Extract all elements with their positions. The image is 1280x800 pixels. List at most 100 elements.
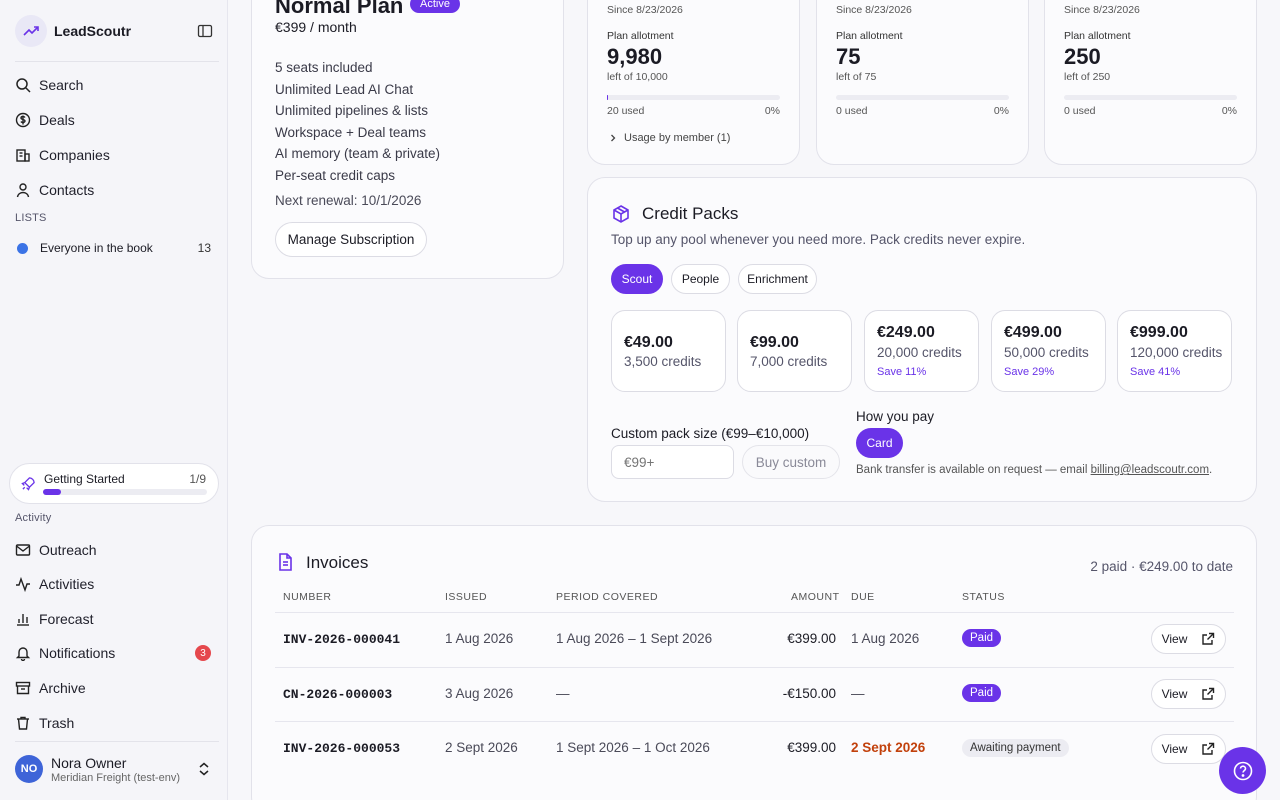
renewal-date: Next renewal: 10/1/2026 <box>275 193 422 208</box>
nav-label: Deals <box>39 112 75 128</box>
pack-price: €499.00 <box>1004 324 1062 341</box>
credit-pool-card: Since 8/23/2026 Plan allotment 9,980 lef… <box>587 0 800 165</box>
external-link-icon <box>1202 687 1215 700</box>
external-link-icon <box>1202 632 1215 645</box>
getting-started-progress <box>43 489 207 495</box>
pack-savings: Save 11% <box>877 366 927 378</box>
nav-search[interactable]: Search <box>15 71 219 99</box>
usage-by-member-toggle[interactable]: Usage by member (1) <box>607 132 730 144</box>
trash-icon <box>17 716 29 730</box>
nav-forecast[interactable]: Forecast <box>15 605 219 633</box>
custom-pack-input[interactable] <box>611 445 734 479</box>
activity-heading: Activity <box>15 512 52 524</box>
tab-people[interactable]: People <box>671 264 730 294</box>
nav-label: Companies <box>39 147 110 163</box>
pool-percent: 0% <box>1221 105 1237 117</box>
status-badge: Active <box>410 0 460 13</box>
pool-value: 250 <box>1064 44 1101 69</box>
divider <box>15 741 219 742</box>
sidebar-toggle-icon[interactable] <box>197 23 213 44</box>
credit-pack-option[interactable]: €99.00 7,000 credits <box>737 310 852 392</box>
rocket-icon <box>21 476 36 496</box>
column-header: NUMBER <box>283 591 332 603</box>
nav-contacts[interactable]: Contacts <box>15 176 219 204</box>
nav-label: Contacts <box>39 182 95 198</box>
credit-pack-option[interactable]: €999.00 120,000 credits Save 41% <box>1117 310 1232 392</box>
credit-packs-card: Credit Packs Top up any pool whenever yo… <box>587 177 1257 502</box>
view-invoice-button[interactable]: View <box>1151 679 1226 709</box>
app-name: LeadScoutr <box>54 23 132 39</box>
nav-archive[interactable]: Archive <box>15 674 219 702</box>
section-title: Invoices <box>306 553 369 572</box>
pack-credits: 7,000 credits <box>750 354 828 369</box>
pool-value: 9,980 <box>607 44 663 69</box>
invoice-due: 1 Aug 2026 <box>851 631 920 646</box>
chevron-right-icon <box>611 134 616 142</box>
nav-trash[interactable]: Trash <box>15 709 219 737</box>
pack-price: €99.00 <box>750 334 799 351</box>
user-icon <box>16 183 30 198</box>
invoices-summary: 2 paid · €249.00 to date <box>1090 559 1233 574</box>
lists-heading: LISTS <box>15 212 47 224</box>
pack-price: €49.00 <box>624 334 673 351</box>
list-count: 13 <box>197 241 211 255</box>
getting-started-card[interactable]: Getting Started 1/9 <box>9 463 219 504</box>
sidebar: LeadScoutr Search Deals Companies Contac… <box>0 0 228 800</box>
credit-pack-option[interactable]: €249.00 20,000 credits Save 11% <box>864 310 979 392</box>
invoice-number: INV-2026-000053 <box>283 741 401 756</box>
invoice-number: INV-2026-000041 <box>283 632 401 647</box>
bank-note-text: Bank transfer is available on request — … <box>856 464 1091 476</box>
nav-label: Forecast <box>39 611 94 627</box>
avatar: NO <box>15 755 43 783</box>
help-button[interactable] <box>1219 747 1266 794</box>
feature-item: Workspace + Deal teams <box>275 124 426 140</box>
nav-outreach[interactable]: Outreach <box>15 536 219 564</box>
notification-count-badge: 3 <box>195 645 211 661</box>
nav-deals[interactable]: Deals <box>15 106 219 134</box>
feature-item: Per-seat credit caps <box>275 167 396 183</box>
nav-label: Activities <box>39 576 95 592</box>
usage-label: Usage by member (1) <box>624 132 731 144</box>
help-icon <box>1233 761 1252 780</box>
pool-used: 20 used <box>607 105 645 117</box>
billing-email-link[interactable]: billing@leadscoutr.com <box>1091 464 1209 476</box>
credit-pack-option[interactable]: €49.00 3,500 credits <box>611 310 726 392</box>
bank-transfer-note: Bank transfer is available on request — … <box>856 464 1212 476</box>
pool-left: left of 75 <box>836 71 877 83</box>
pool-progress <box>836 95 1009 100</box>
payment-card-option[interactable]: Card <box>856 428 903 458</box>
divider <box>275 667 1234 668</box>
invoice-period: — <box>556 686 570 701</box>
pool-allotment-label: Plan allotment <box>836 30 903 42</box>
list-item[interactable]: Everyone in the book 13 <box>15 238 219 258</box>
nav-notifications[interactable]: Notifications 3 <box>15 639 219 667</box>
nav-activities[interactable]: Activities <box>15 570 219 598</box>
tab-scout[interactable]: Scout <box>611 264 663 294</box>
column-header: STATUS <box>962 591 1005 603</box>
view-invoice-button[interactable]: View <box>1151 734 1226 764</box>
custom-pack-label: Custom pack size (€99–€10,000) <box>611 426 810 441</box>
nav-label: Outreach <box>39 542 97 558</box>
tab-enrichment[interactable]: Enrichment <box>738 264 817 294</box>
credit-pack-option[interactable]: €499.00 50,000 credits Save 29% <box>991 310 1106 392</box>
nav-companies[interactable]: Companies <box>15 141 219 169</box>
invoice-due: 2 Sept 2026 <box>851 740 926 755</box>
pack-price: €999.00 <box>1130 324 1188 341</box>
pool-left: left of 250 <box>1064 71 1111 83</box>
feature-item: 5 seats included <box>275 60 373 75</box>
manage-subscription-button[interactable]: Manage Subscription <box>275 222 427 257</box>
bar-chart-icon <box>17 614 29 626</box>
chevron-up-down-icon <box>197 761 211 782</box>
brand[interactable]: LeadScoutr <box>15 15 219 47</box>
nav-label: Search <box>39 77 84 93</box>
archive-icon <box>15 681 31 695</box>
user-name: Nora Owner <box>51 754 127 771</box>
invoice-issued: 2 Sept 2026 <box>445 740 518 755</box>
plan-title: Normal Plan <box>275 0 404 18</box>
search-icon <box>16 78 31 93</box>
pool-allotment-label: Plan allotment <box>607 30 674 42</box>
invoice-period: 1 Aug 2026 – 1 Sept 2026 <box>556 631 713 646</box>
view-invoice-button[interactable]: View <box>1151 624 1226 654</box>
user-menu[interactable]: NO Nora Owner Meridian Freight (test-env… <box>15 753 219 785</box>
buy-custom-button[interactable]: Buy custom <box>742 445 840 479</box>
